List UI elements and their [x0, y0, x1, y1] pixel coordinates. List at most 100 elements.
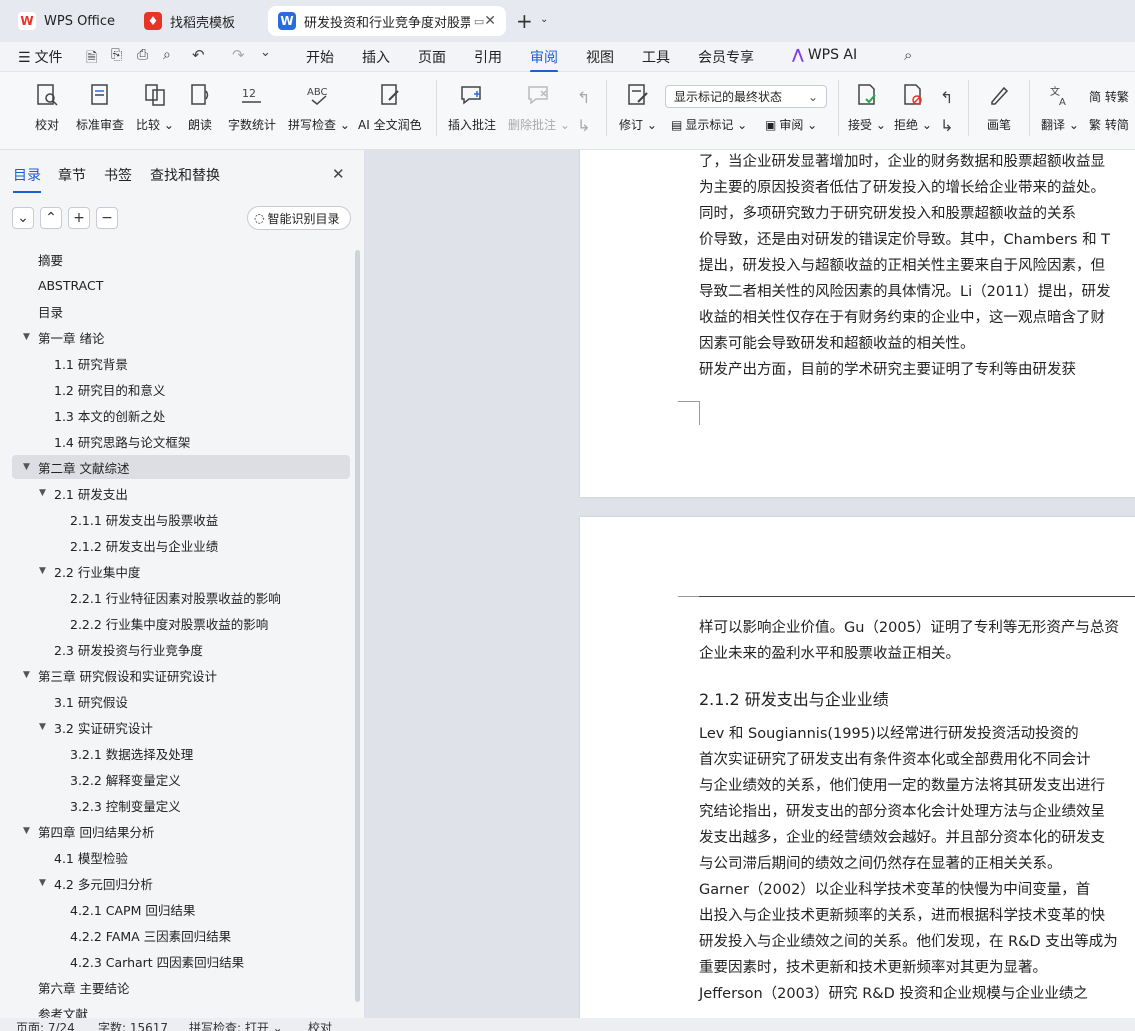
reject-button[interactable]: 拒绝 ⌄	[894, 82, 932, 133]
ink-pen-button[interactable]: 画笔	[986, 82, 1012, 133]
tab-sections[interactable]: 章节	[58, 165, 86, 185]
toc-item[interactable]: ABSTRACT	[38, 273, 103, 297]
page-indicator[interactable]: 页面: 7/24	[16, 1019, 75, 1031]
toc-item[interactable]: 2.3 研发投资与行业竞争度	[54, 637, 203, 661]
toc-item[interactable]: ▼ 2.1 研发支出	[39, 481, 128, 505]
prev-change-icon[interactable]: ↰	[940, 88, 953, 107]
toc-item[interactable]: 2.1.2 研发支出与企业业绩	[70, 533, 218, 557]
menu-tools[interactable]: 工具	[642, 47, 670, 67]
menu-view[interactable]: 视图	[586, 47, 614, 67]
toc-item[interactable]: 2.2.1 行业特征因素对股票收益的影响	[70, 585, 281, 609]
toc-item[interactable]: ▼ 第二章 文献综述	[23, 455, 129, 479]
tab-wps-office[interactable]: W WPS Office	[8, 6, 126, 36]
toc-item[interactable]: ▼ 第一章 绪论	[23, 325, 104, 349]
toc-scrollbar[interactable]	[355, 250, 360, 1002]
remove-heading-button[interactable]: −	[96, 207, 118, 229]
expand-arrow-icon[interactable]: ▼	[39, 566, 46, 576]
toc-item[interactable]: 3.2.1 数据选择及处理	[70, 741, 193, 765]
menu-file[interactable]: ☰ 文件	[18, 47, 63, 67]
tab-bookmarks[interactable]: 书签	[104, 165, 132, 185]
close-icon[interactable]: ✕	[332, 165, 345, 183]
toc-item[interactable]: 3.1 研究假设	[54, 689, 128, 713]
toc-item[interactable]: 4.1 模型检验	[54, 845, 128, 869]
expand-arrow-icon[interactable]: ▼	[23, 826, 30, 836]
spell-check-button[interactable]: ABC 拼写检查 ⌄	[288, 82, 350, 133]
print-preview-icon[interactable]: ⌕	[163, 47, 171, 63]
print-icon[interactable]: ⎙	[137, 47, 148, 63]
expand-arrow-icon[interactable]: ▼	[23, 670, 30, 680]
next-comment-icon[interactable]: ↳	[577, 116, 590, 135]
collapse-up-button[interactable]: ⌃	[40, 207, 62, 229]
toc-item[interactable]: 4.2.3 Carhart 四因素回归结果	[70, 949, 244, 973]
undo-icon[interactable]: ↶	[192, 46, 205, 64]
export-icon[interactable]: ⎘	[111, 47, 122, 63]
spell-check-icon: ABC	[307, 87, 327, 105]
toc-item[interactable]: 1.4 研究思路与论文框架	[54, 429, 190, 453]
tab-document[interactable]: W 研发投资和行业竞争度对股票 ▭ ✕	[268, 6, 506, 36]
accept-button[interactable]: 接受 ⌄	[848, 82, 886, 133]
menu-wps-ai[interactable]: ⋀ WPS AI	[792, 47, 857, 63]
menu-reference[interactable]: 引用	[474, 47, 502, 67]
track-changes-button[interactable]: 修订 ⌄	[619, 82, 657, 133]
expand-arrow-icon[interactable]: ▼	[23, 462, 30, 472]
tab-find-replace[interactable]: 查找和替换	[150, 165, 220, 185]
menu-page[interactable]: 页面	[418, 47, 446, 67]
toc-item[interactable]: 3.2.3 控制变量定义	[70, 793, 181, 817]
toc-item[interactable]: 第六章 主要结论	[38, 975, 129, 999]
close-icon[interactable]: ✕	[484, 13, 496, 29]
read-aloud-button[interactable]: 朗读	[187, 82, 213, 133]
toc-item[interactable]: ▼ 第三章 研究假设和实证研究设计	[23, 663, 217, 687]
smart-toc-button[interactable]: ◌ 智能识别目录	[247, 206, 351, 230]
expand-arrow-icon[interactable]: ▼	[39, 488, 46, 498]
word-count-button[interactable]: 12 字数统计	[228, 82, 276, 133]
tab-toc[interactable]: 目录	[13, 165, 41, 193]
save-icon[interactable]: 🗎	[86, 47, 97, 71]
expand-down-button[interactable]: ⌄	[12, 207, 34, 229]
toc-item[interactable]: ▼ 3.2 实证研究设计	[39, 715, 153, 739]
compare-button[interactable]: 比较 ⌄	[136, 82, 174, 133]
toc-item[interactable]: 4.2.2 FAMA 三因素回归结果	[70, 923, 231, 947]
new-tab-icon[interactable]: +	[516, 9, 533, 33]
to-traditional-button[interactable]: 简 转繁	[1089, 88, 1129, 105]
toc-item[interactable]: 目录	[38, 299, 63, 323]
menu-insert[interactable]: 插入	[362, 47, 390, 67]
next-change-icon[interactable]: ↳	[940, 116, 953, 135]
review-pane-button[interactable]: ▣ 审阅 ⌄	[765, 116, 817, 133]
to-simplified-button[interactable]: 繁 转简	[1089, 116, 1129, 133]
chevron-down-icon[interactable]: ⌄	[540, 14, 548, 25]
toc-item[interactable]: 2.2.2 行业集中度对股票收益的影响	[70, 611, 268, 635]
ai-polish-button[interactable]: AI 全文润色	[358, 82, 422, 133]
proofread-button[interactable]: 校对	[34, 82, 60, 133]
toc-item[interactable]: 1.3 本文的创新之处	[54, 403, 165, 427]
toc-item[interactable]: ▼ 2.2 行业集中度	[39, 559, 140, 583]
expand-arrow-icon[interactable]: ▼	[39, 722, 46, 732]
proofread-status[interactable]: 校对	[308, 1019, 332, 1031]
show-markup-button[interactable]: ▤ 显示标记 ⌄	[671, 116, 747, 133]
tab-docer[interactable]: ♦ 找稻壳模板	[134, 6, 262, 36]
toc-item[interactable]: ▼ 4.2 多元回归分析	[39, 871, 153, 895]
expand-arrow-icon[interactable]: ▼	[39, 878, 46, 888]
delete-comment-button[interactable]: 删除批注 ⌄	[508, 82, 570, 133]
toc-item[interactable]: 摘要	[38, 247, 63, 271]
prev-comment-icon[interactable]: ↰	[577, 88, 590, 107]
toc-item[interactable]: 1.1 研究背景	[54, 351, 128, 375]
menu-review[interactable]: 审阅	[530, 47, 558, 73]
standard-review-button[interactable]: 标准审查	[76, 82, 124, 133]
chevron-down-icon[interactable]: ⌄	[260, 45, 271, 60]
toc-item[interactable]: 2.1.1 研发支出与股票收益	[70, 507, 218, 531]
add-heading-button[interactable]: +	[68, 207, 90, 229]
toc-item[interactable]: 4.2.1 CAPM 回归结果	[70, 897, 195, 921]
translate-button[interactable]: 文A 翻译 ⌄	[1041, 82, 1079, 133]
toc-item[interactable]: 3.2.2 解释变量定义	[70, 767, 181, 791]
toc-item[interactable]: 1.2 研究目的和意义	[54, 377, 165, 401]
markup-display-select[interactable]: 显示标记的最终状态 ⌄	[665, 85, 827, 108]
toc-item[interactable]: ▼ 第四章 回归结果分析	[23, 819, 154, 843]
spell-check-status[interactable]: 拼写检查: 打开 ⌄	[189, 1019, 283, 1031]
menu-home[interactable]: 开始	[306, 47, 334, 67]
menu-member[interactable]: 会员专享	[698, 47, 754, 67]
redo-icon[interactable]: ↷	[232, 46, 245, 64]
word-count-status[interactable]: 字数: 15617	[98, 1019, 168, 1031]
search-icon[interactable]: ⌕	[904, 46, 912, 64]
expand-arrow-icon[interactable]: ▼	[23, 332, 30, 342]
insert-comment-button[interactable]: 插入批注	[448, 82, 496, 133]
